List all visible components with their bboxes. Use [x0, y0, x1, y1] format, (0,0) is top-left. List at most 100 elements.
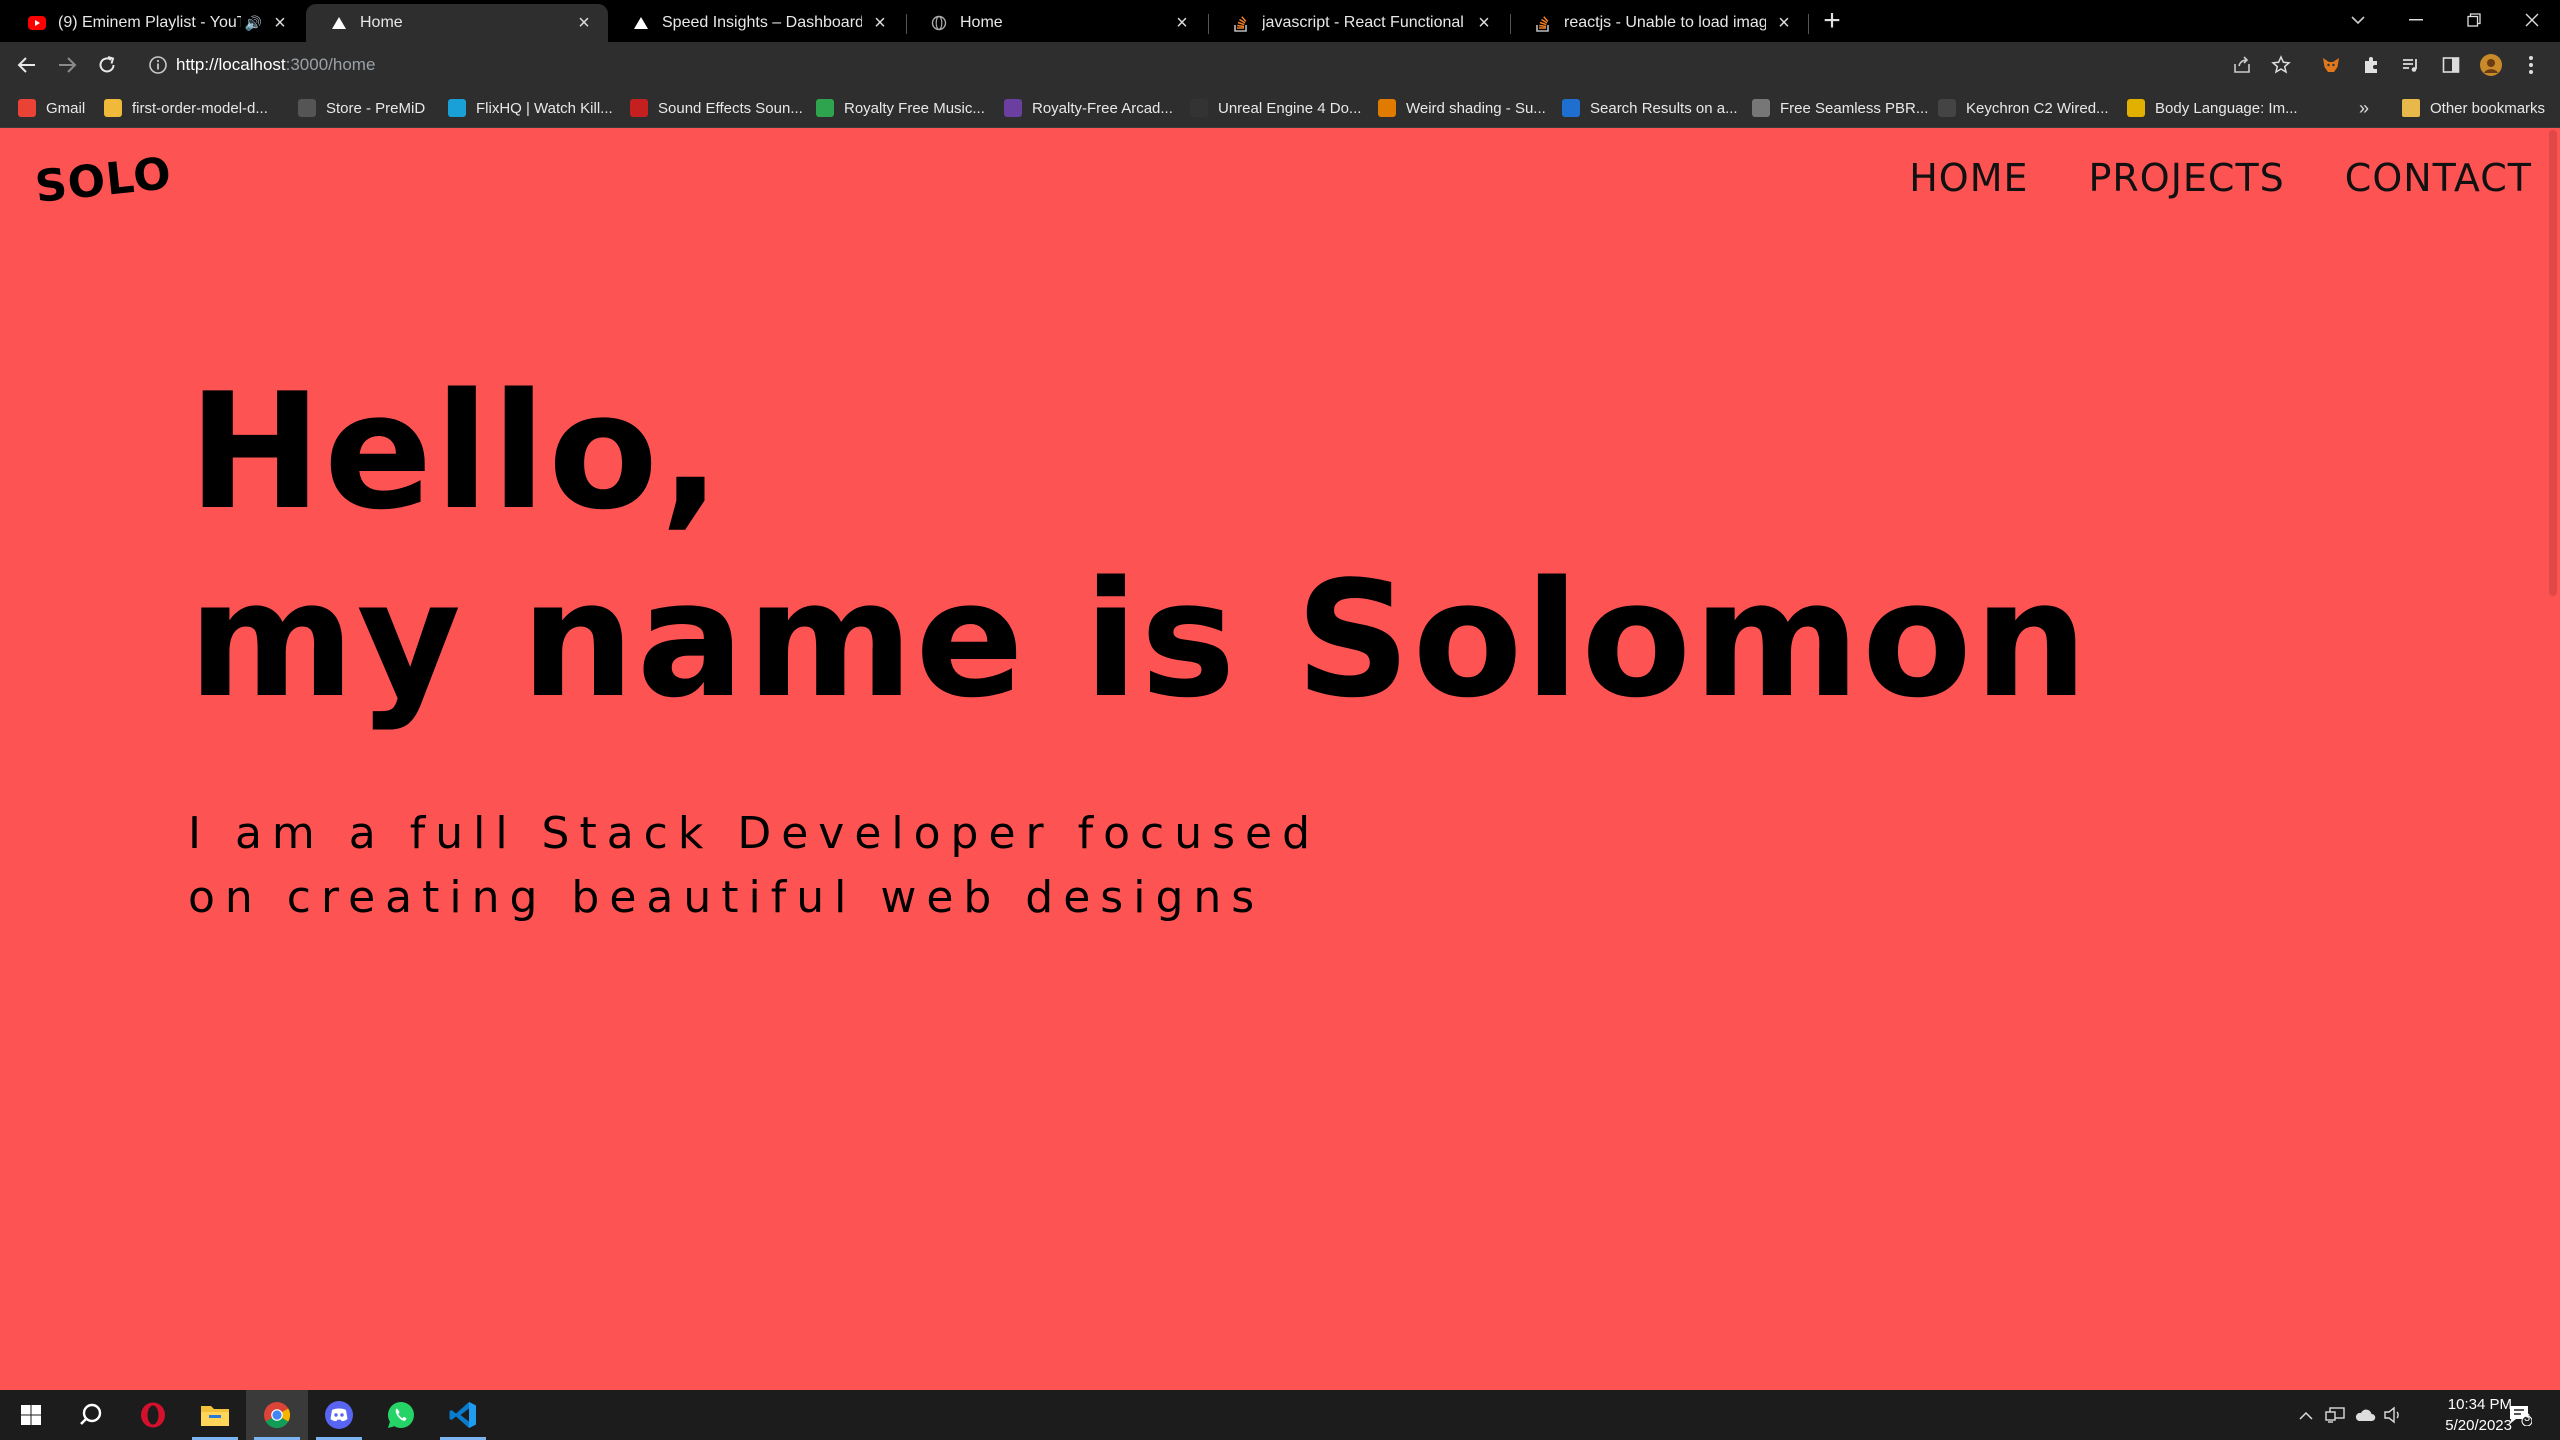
vercel-icon: [632, 14, 650, 32]
close-tab-icon[interactable]: ×: [1474, 12, 1494, 34]
side-panel-icon[interactable]: [2438, 52, 2464, 78]
scrollbar-thumb[interactable]: [2549, 130, 2557, 596]
more-bookmarks-icon[interactable]: »: [2359, 97, 2369, 119]
bookmark-item[interactable]: first-order-model-d...: [104, 97, 268, 119]
vscode-icon[interactable]: [432, 1390, 494, 1440]
vercel-icon: [330, 14, 348, 32]
bodylanguage-icon: [2127, 99, 2145, 117]
speaker-icon[interactable]: 🔊: [245, 15, 262, 32]
browser-menu-icon[interactable]: [2518, 52, 2544, 78]
stackoverflow-icon: [1534, 14, 1552, 32]
tab-speed-insights[interactable]: Speed Insights – Dashboard – Vercel ×: [608, 4, 904, 42]
bookmark-label: Royalty-Free Arcad...: [1032, 99, 1173, 117]
bookmark-item[interactable]: Unreal Engine 4 Do...: [1190, 97, 1361, 119]
tab-stackoverflow-2[interactable]: reactjs - Unable to load images from ×: [1510, 4, 1808, 42]
keychron-icon: [1938, 99, 1956, 117]
tab-youtube[interactable]: (9) Eminem Playlist - YouTube 🔊 ×: [4, 4, 304, 42]
notification-count: 3: [2524, 1412, 2531, 1424]
close-tab-icon[interactable]: ×: [574, 12, 594, 34]
tab-title: (9) Eminem Playlist - YouTube: [58, 14, 241, 31]
bookmark-label: Store - PreMiD: [326, 99, 426, 117]
media-controls-icon[interactable]: [2398, 52, 2424, 78]
taskbar-clock[interactable]: 10:34 PM 5/20/2023: [2392, 1394, 2512, 1436]
extensions-puzzle-icon[interactable]: [2358, 52, 2384, 78]
bookmark-star-icon[interactable]: [2268, 52, 2294, 78]
gmail-icon: [18, 99, 36, 117]
bookmark-label: Keychron C2 Wired...: [1966, 99, 2109, 117]
clock-time: 10:34 PM: [2447, 1396, 2512, 1413]
forward-button[interactable]: [52, 50, 82, 80]
search-icon[interactable]: [60, 1390, 122, 1440]
notification-center-icon[interactable]: 3: [2500, 1390, 2540, 1440]
windows-taskbar: 10:34 PM 5/20/2023 3: [0, 1390, 2560, 1440]
start-button[interactable]: [0, 1390, 62, 1440]
chrome-icon[interactable]: [246, 1390, 308, 1440]
bookmark-item[interactable]: Free Seamless PBR...: [1752, 97, 1928, 119]
bookmark-item[interactable]: Royalty-Free Arcad...: [1004, 97, 1173, 119]
back-button[interactable]: [12, 50, 42, 80]
whatsapp-icon[interactable]: [370, 1390, 432, 1440]
ba-icon: [1378, 99, 1396, 117]
youtube-icon: [28, 14, 46, 32]
bookmark-label: Weird shading - Su...: [1406, 99, 1546, 117]
site-info-icon[interactable]: [148, 55, 168, 80]
stackoverflow-icon: [1232, 14, 1250, 32]
other-bookmarks-folder[interactable]: Other bookmarks: [2402, 97, 2545, 119]
bookmark-label: FlixHQ | Watch Kill...: [476, 99, 613, 117]
address-bar[interactable]: http://localhost:3000/home: [136, 47, 2266, 83]
bookmark-item[interactable]: FlixHQ | Watch Kill...: [448, 97, 613, 119]
emoji-icon: [104, 99, 122, 117]
share-icon[interactable]: [2229, 52, 2255, 78]
close-window-icon[interactable]: [2504, 0, 2560, 40]
bookmark-item[interactable]: Keychron C2 Wired...: [1938, 97, 2109, 119]
discord-icon[interactable]: [308, 1390, 370, 1440]
opera-icon[interactable]: [122, 1390, 184, 1440]
clock-date: 5/20/2023: [2445, 1417, 2512, 1434]
globe-icon: [930, 14, 948, 32]
bookmarks-bar: Body Language: Im... Keychron C2 Wired...…: [0, 88, 2560, 128]
minimize-icon[interactable]: [2388, 0, 2444, 40]
close-tab-icon[interactable]: ×: [270, 12, 290, 34]
nav-projects-link[interactable]: PROJECTS: [2088, 156, 2284, 200]
tab-home[interactable]: Home ×: [906, 4, 1206, 42]
hero-tagline: I am a full Stack Developer focused on c…: [188, 808, 1321, 923]
tab-home-active[interactable]: Home ×: [306, 4, 608, 42]
close-tab-icon[interactable]: ×: [1172, 12, 1192, 34]
bookmark-label: Royalty Free Music...: [844, 99, 985, 117]
close-tab-icon[interactable]: ×: [1774, 12, 1794, 34]
profile-avatar[interactable]: [2478, 52, 2504, 78]
browser-toolbar: http://localhost:3000/home: [0, 42, 2560, 88]
tab-title: Speed Insights – Dashboard – Vercel: [662, 14, 862, 31]
new-tab-button[interactable]: +: [1816, 6, 1848, 38]
bookmark-item[interactable]: Store - PreMiD: [298, 97, 425, 119]
tab-separator: [1808, 14, 1809, 34]
tab-search-icon[interactable]: [2330, 0, 2386, 40]
onedrive-icon[interactable]: [2351, 1390, 2379, 1440]
metamask-extension-icon[interactable]: [2318, 52, 2344, 78]
url-host: http://localhost: [176, 55, 286, 74]
bookmark-item[interactable]: Sound Effects Soun...: [630, 97, 803, 119]
close-tab-icon[interactable]: ×: [870, 12, 890, 34]
bookmark-item[interactable]: Gmail: [18, 97, 85, 119]
nav-home-link[interactable]: HOME: [1909, 156, 2028, 200]
tab-stackoverflow-1[interactable]: javascript - React Functional Component …: [1208, 4, 1508, 42]
hero-heading: Hello, my name is Solomon: [188, 358, 2090, 734]
show-hidden-icons-icon[interactable]: [2293, 1390, 2319, 1440]
premid-icon: [298, 99, 316, 117]
bookmark-item[interactable]: Weird shading - Su...: [1378, 97, 1546, 119]
other-bookmarks-label: Other bookmarks: [2430, 99, 2546, 117]
bookmark-item[interactable]: Royalty Free Music...: [816, 97, 985, 119]
bookmark-item[interactable]: Search Results on a...: [1562, 97, 1738, 119]
network-icon[interactable]: [2321, 1390, 2349, 1440]
nav-contact-link[interactable]: CONTACT: [2345, 156, 2532, 200]
site-logo[interactable]: SOLO: [33, 148, 175, 213]
restore-icon[interactable]: [2446, 0, 2502, 40]
tab-title: reactjs - Unable to load images from: [1564, 14, 1766, 31]
bookmark-item[interactable]: Body Language: Im...: [2127, 97, 2298, 119]
unreal-icon: [1190, 99, 1208, 117]
reload-button[interactable]: [92, 50, 122, 80]
file-explorer-icon[interactable]: [184, 1390, 246, 1440]
hero-section: Hello, my name is Solomon I am a full St…: [188, 358, 2090, 930]
bookmark-label: first-order-model-d...: [132, 99, 268, 117]
page-scrollbar[interactable]: [2546, 128, 2560, 1390]
